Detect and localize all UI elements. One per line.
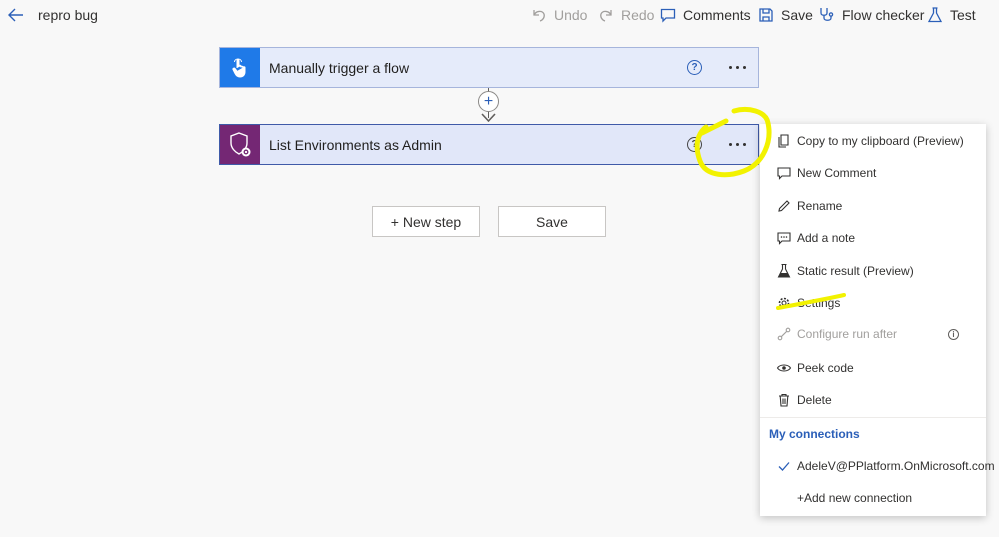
command-bar: repro bug Undo Redo Comments Save Flow c…	[0, 0, 999, 32]
trash-icon	[779, 393, 789, 407]
menu-item-add-note[interactable]: Add a note	[760, 226, 986, 250]
comments-button[interactable]: Comments	[659, 5, 751, 25]
more-options-icon[interactable]	[724, 143, 750, 146]
test-button[interactable]: Test	[926, 5, 976, 25]
save-flow-button[interactable]: Save	[498, 206, 606, 237]
save-icon	[759, 8, 773, 22]
redo-icon	[600, 10, 612, 22]
gear-icon	[778, 297, 790, 309]
pencil-icon	[778, 200, 790, 212]
undo-button[interactable]: Undo	[530, 5, 587, 25]
stethoscope-icon	[820, 8, 834, 21]
trigger-title: Manually trigger a flow	[269, 59, 410, 76]
flask-icon	[777, 263, 791, 278]
back-arrow-icon[interactable]	[6, 5, 26, 25]
help-icon[interactable]: ?	[687, 137, 702, 152]
run-after-icon	[777, 327, 791, 341]
hand-touch-icon	[220, 48, 260, 87]
menu-item-settings[interactable]: Settings	[760, 291, 986, 315]
copy-icon	[778, 134, 789, 148]
flow-name: repro bug	[38, 7, 98, 23]
action-card[interactable]: List Environments as Admin ?	[219, 124, 759, 165]
checkmark-icon	[778, 462, 790, 471]
info-icon[interactable]: i	[948, 328, 959, 340]
menu-item-configure-run-after[interactable]: Configure run after i	[760, 322, 986, 346]
connection-item[interactable]: AdeleV@PPlatform.OnMicrosoft.com	[760, 454, 995, 478]
undo-icon	[533, 10, 545, 22]
new-step-button[interactable]: + New step	[372, 206, 480, 237]
add-new-connection[interactable]: +Add new connection	[760, 486, 986, 510]
menu-divider	[760, 417, 986, 418]
menu-item-rename[interactable]: Rename	[760, 194, 986, 218]
trigger-card[interactable]: Manually trigger a flow ?	[219, 47, 759, 88]
help-icon[interactable]: ?	[687, 60, 702, 75]
menu-item-delete[interactable]: Delete	[760, 388, 986, 412]
eye-icon	[776, 364, 792, 372]
comment-icon	[777, 167, 791, 180]
insert-step-button[interactable]: +	[478, 91, 499, 112]
menu-item-static-result[interactable]: Static result (Preview)	[760, 259, 986, 283]
action-title: List Environments as Admin	[269, 136, 442, 153]
arrow-down-icon	[481, 113, 496, 123]
menu-item-copy-to-clipboard[interactable]: Copy to my clipboard (Preview)	[760, 129, 986, 153]
flow-checker-button[interactable]: Flow checker	[818, 5, 924, 25]
redo-button[interactable]: Redo	[597, 5, 654, 25]
save-command-button[interactable]: Save	[757, 5, 813, 25]
menu-item-new-comment[interactable]: New Comment	[760, 161, 986, 185]
action-context-menu: Copy to my clipboard (Preview) New Comme…	[760, 124, 995, 516]
comment-icon	[660, 8, 676, 23]
more-options-icon[interactable]	[724, 66, 750, 69]
note-icon	[777, 232, 791, 245]
my-connections-heading: My connections	[769, 427, 860, 441]
menu-item-peek-code[interactable]: Peek code	[760, 356, 986, 380]
flask-icon	[927, 7, 943, 23]
admin-shield-icon	[220, 125, 260, 164]
